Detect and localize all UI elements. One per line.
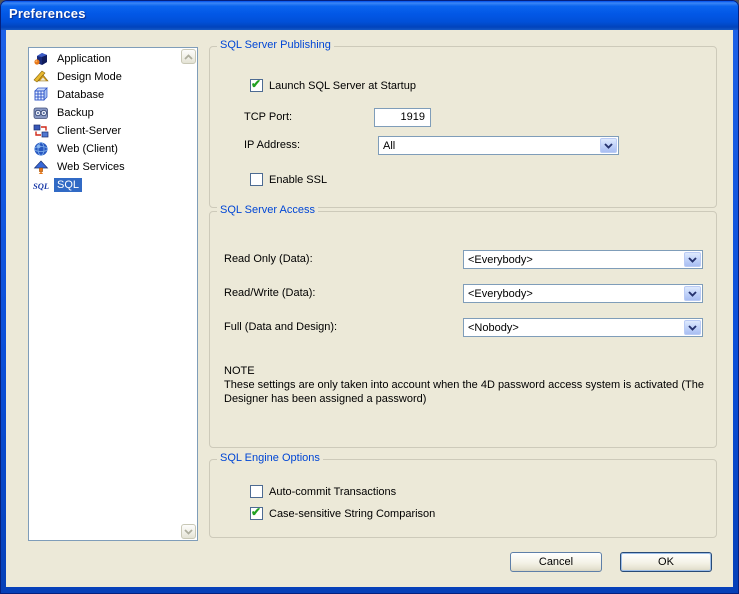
tree-item-design-mode[interactable]: Design Mode — [31, 68, 179, 86]
tree-item-web-client[interactable]: Web (Client) — [31, 140, 179, 158]
backup-icon — [33, 105, 49, 121]
web-client-icon — [33, 141, 49, 157]
ok-button[interactable]: OK — [620, 552, 712, 572]
note-text: These settings are only taken into accou… — [224, 378, 718, 406]
sql-icon: SQL — [33, 177, 49, 193]
svg-text:SQL: SQL — [33, 181, 49, 191]
tree-item-application[interactable]: Application — [31, 50, 179, 68]
cancel-button[interactable]: Cancel — [510, 552, 602, 572]
read-write-label: Read/Write (Data): — [224, 287, 316, 299]
client-server-icon — [33, 123, 49, 139]
dialog-body: Application Design Mode Database — [6, 30, 733, 587]
enable-ssl-checkbox-row: Enable SSL — [250, 173, 327, 186]
scroll-down-button[interactable] — [181, 524, 196, 539]
tree-items: Application Design Mode Database — [31, 50, 179, 194]
case-sensitive-checkbox[interactable] — [250, 507, 263, 520]
read-write-value: <Everybody> — [468, 288, 533, 300]
tree-item-database[interactable]: Database — [31, 86, 179, 104]
ip-address-value: All — [383, 140, 395, 152]
tree-item-client-server[interactable]: Client-Server — [31, 122, 179, 140]
launch-sql-server-label: Launch SQL Server at Startup — [269, 80, 416, 92]
full-access-value: <Nobody> — [468, 322, 519, 334]
preferences-tree: Application Design Mode Database — [28, 47, 198, 541]
tree-item-web-services[interactable]: Web Services — [31, 158, 179, 176]
auto-commit-checkbox-row: Auto-commit Transactions — [250, 485, 396, 498]
case-sensitive-checkbox-row: Case-sensitive String Comparison — [250, 507, 435, 520]
read-only-dropdown[interactable]: <Everybody> — [463, 250, 703, 269]
tree-item-label: Backup — [54, 106, 97, 120]
web-services-icon — [33, 159, 49, 175]
auto-commit-checkbox[interactable] — [250, 485, 263, 498]
chevron-down-icon — [688, 257, 697, 263]
tree-item-label: Application — [54, 52, 114, 66]
group-title: SQL Server Publishing — [217, 39, 334, 51]
application-icon — [33, 51, 49, 67]
chevron-down-icon — [688, 291, 697, 297]
dropdown-arrow-button[interactable] — [684, 320, 701, 335]
read-write-dropdown[interactable]: <Everybody> — [463, 284, 703, 303]
case-sensitive-label: Case-sensitive String Comparison — [269, 508, 435, 520]
tree-item-label: Web (Client) — [54, 142, 121, 156]
tree-item-sql[interactable]: SQL SQL — [31, 176, 179, 194]
chevron-down-icon — [688, 325, 697, 331]
ip-address-dropdown[interactable]: All — [378, 136, 619, 155]
dropdown-arrow-button[interactable] — [684, 252, 701, 267]
group-title: SQL Server Access — [217, 204, 318, 216]
tcp-port-input[interactable]: 1919 — [374, 108, 431, 127]
chevron-down-icon — [184, 529, 193, 535]
group-title: SQL Engine Options — [217, 452, 323, 464]
chevron-down-icon — [604, 143, 613, 149]
full-access-dropdown[interactable]: <Nobody> — [463, 318, 703, 337]
tree-item-backup[interactable]: Backup — [31, 104, 179, 122]
scroll-up-button[interactable] — [181, 49, 196, 64]
tree-item-label: Design Mode — [54, 70, 125, 84]
tree-item-label: Web Services — [54, 160, 128, 174]
preferences-window: Preferences Application Design Mode — [0, 0, 739, 594]
title-bar[interactable]: Preferences — [1, 1, 738, 30]
group-sql-server-access: SQL Server Access Read Only (Data): <Eve… — [209, 211, 717, 448]
database-icon — [33, 87, 49, 103]
ip-address-label: IP Address: — [244, 139, 300, 151]
design-mode-icon — [33, 69, 49, 85]
enable-ssl-checkbox[interactable] — [250, 173, 263, 186]
tree-item-label: SQL — [54, 178, 82, 192]
launch-sql-server-checkbox[interactable] — [250, 79, 263, 92]
window-title: Preferences — [9, 6, 86, 21]
auto-commit-label: Auto-commit Transactions — [269, 486, 396, 498]
access-note: NOTE These settings are only taken into … — [224, 364, 718, 406]
group-sql-engine-options: SQL Engine Options Auto-commit Transacti… — [209, 459, 717, 538]
tree-item-label: Client-Server — [54, 124, 124, 138]
read-only-value: <Everybody> — [468, 254, 533, 266]
note-title: NOTE — [224, 364, 718, 378]
read-only-label: Read Only (Data): — [224, 253, 313, 265]
dropdown-arrow-button[interactable] — [600, 138, 617, 153]
enable-ssl-label: Enable SSL — [269, 174, 327, 186]
tcp-port-label: TCP Port: — [244, 111, 292, 123]
launch-sql-server-checkbox-row: Launch SQL Server at Startup — [250, 79, 416, 92]
dropdown-arrow-button[interactable] — [684, 286, 701, 301]
tree-item-label: Database — [54, 88, 107, 102]
group-sql-server-publishing: SQL Server Publishing Launch SQL Server … — [209, 46, 717, 208]
chevron-up-icon — [184, 54, 193, 60]
full-access-label: Full (Data and Design): — [224, 321, 337, 333]
